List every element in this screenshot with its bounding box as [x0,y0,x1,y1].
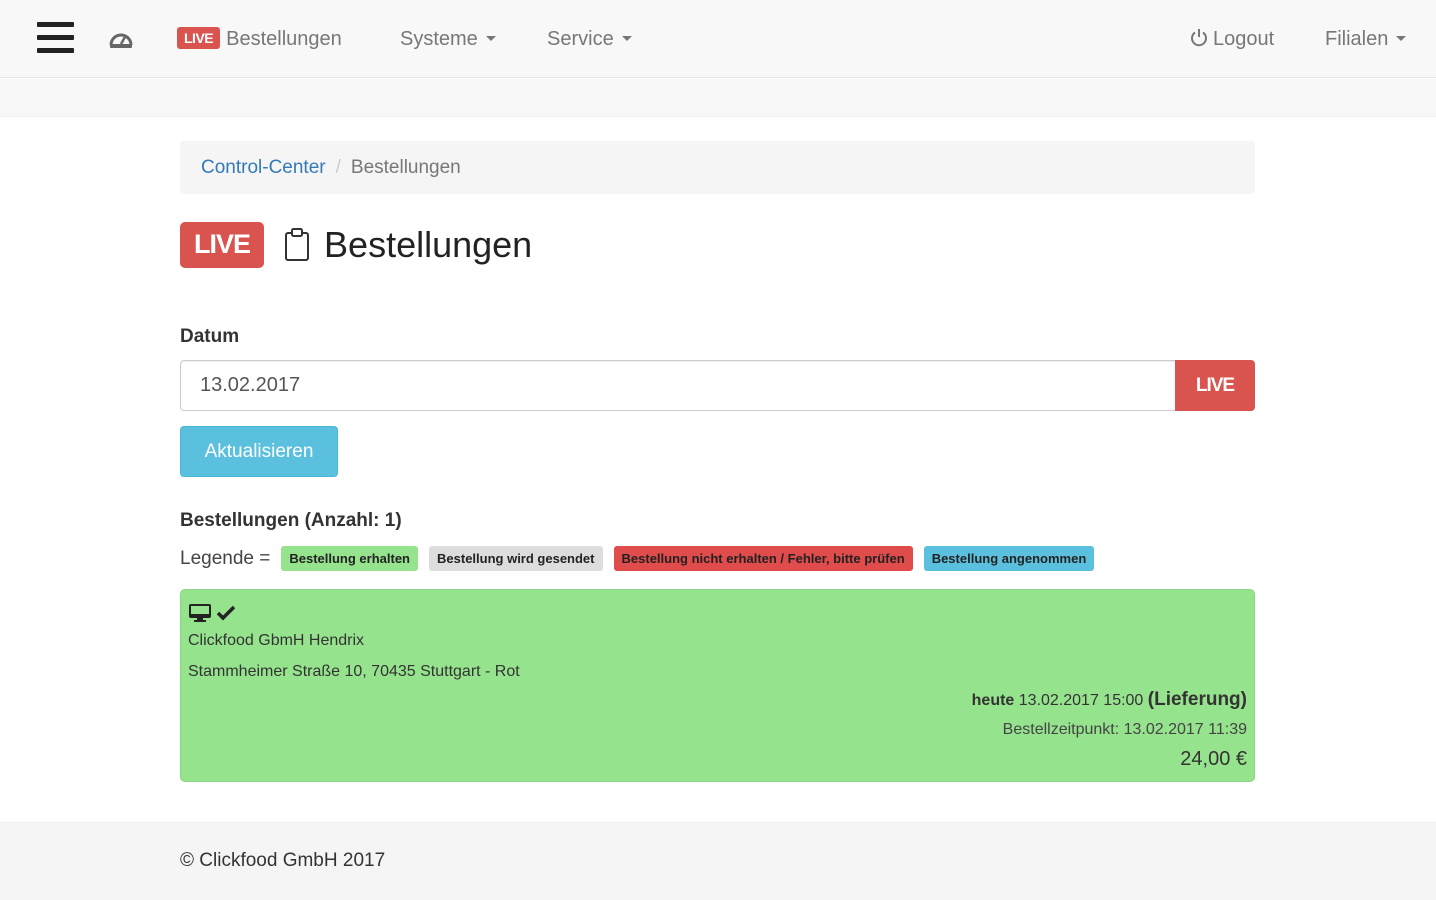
orders-count-heading: Bestellungen (Anzahl: 1) [180,510,402,531]
nav-service-label: Service [547,28,614,50]
order-status-icons [189,602,236,623]
date-input[interactable] [180,360,1175,411]
legend-label: Legende = [180,547,271,569]
legend-badge-accepted: Bestellung angenommen [923,546,1095,571]
live-badge: LIVE [177,27,221,49]
caret-down-icon [621,36,632,41]
order-customer-name: Clickfood GbmH Hendrix [188,632,365,649]
legend-badge-error: Bestellung nicht erhalten / Fehler, bitt… [613,546,913,571]
nav-branches-label: Filialen [1325,28,1389,50]
footer-copyright: © Clickfood GmbH 2017 [180,850,386,871]
nav-orders-link[interactable]: LIVE Bestellungen [177,26,342,52]
breadcrumb: Control-Center / Bestellungen [180,141,1255,194]
nav-systems-dropdown[interactable]: Systeme [400,26,496,52]
live-badge: LIVE [180,222,265,268]
order-card[interactable]: Clickfood GbmH Hendrix Stammheimer Straß… [180,589,1255,782]
order-total: 24,00 € [1180,748,1247,770]
power-icon [1191,29,1207,47]
footer: © Clickfood GmbH 2017 [0,822,1436,900]
order-placed-time: Bestellzeitpunkt: 13.02.2017 11:39 [1002,721,1247,738]
breadcrumb-separator: / [335,157,341,178]
page-title: Bestellungen [324,224,533,265]
order-address: Stammheimer Straße 10, 70435 Stuttgart -… [188,663,520,680]
breadcrumb-home-link[interactable]: Control-Center [201,157,326,178]
date-input-group: LIVE [180,360,1255,411]
logout-label: Logout [1213,28,1275,50]
status-legend: Legende = Bestellung erhalten Bestellung… [180,546,1100,574]
page-heading: LIVE Bestellungen [180,222,532,272]
order-type: (Lieferung) [1147,689,1247,710]
order-delivery-time: heute 13.02.2017 15:00 (Lieferung) [972,689,1247,711]
nav-orders-label: Bestellungen [226,28,342,50]
top-navbar: LIVE Bestellungen Systeme Service Logout … [0,0,1436,78]
breadcrumb-current: Bestellungen [350,157,461,178]
date-label: Datum [180,326,240,347]
sub-navbar [0,79,1436,117]
caret-down-icon [485,36,496,41]
order-time: 13.02.2017 15:00 [1018,692,1144,709]
legend-badge-received: Bestellung erhalten [281,546,418,571]
nav-systems-label: Systeme [400,28,478,50]
logout-link[interactable]: Logout [1189,26,1274,52]
nav-branches-dropdown[interactable]: Filialen [1325,26,1407,52]
nav-service-dropdown[interactable]: Service [547,26,632,52]
order-time-prefix: heute [971,692,1015,709]
menu-icon[interactable] [37,22,74,54]
monitor-icon [189,604,211,623]
live-toggle-button[interactable]: LIVE [1175,360,1255,411]
dashboard-icon[interactable] [109,29,133,51]
clipboard-icon [285,228,310,261]
caret-down-icon [1396,36,1407,41]
legend-badge-sending: Bestellung wird gesendet [429,546,603,571]
refresh-button[interactable]: Aktualisieren [180,426,338,477]
check-icon [216,606,236,621]
